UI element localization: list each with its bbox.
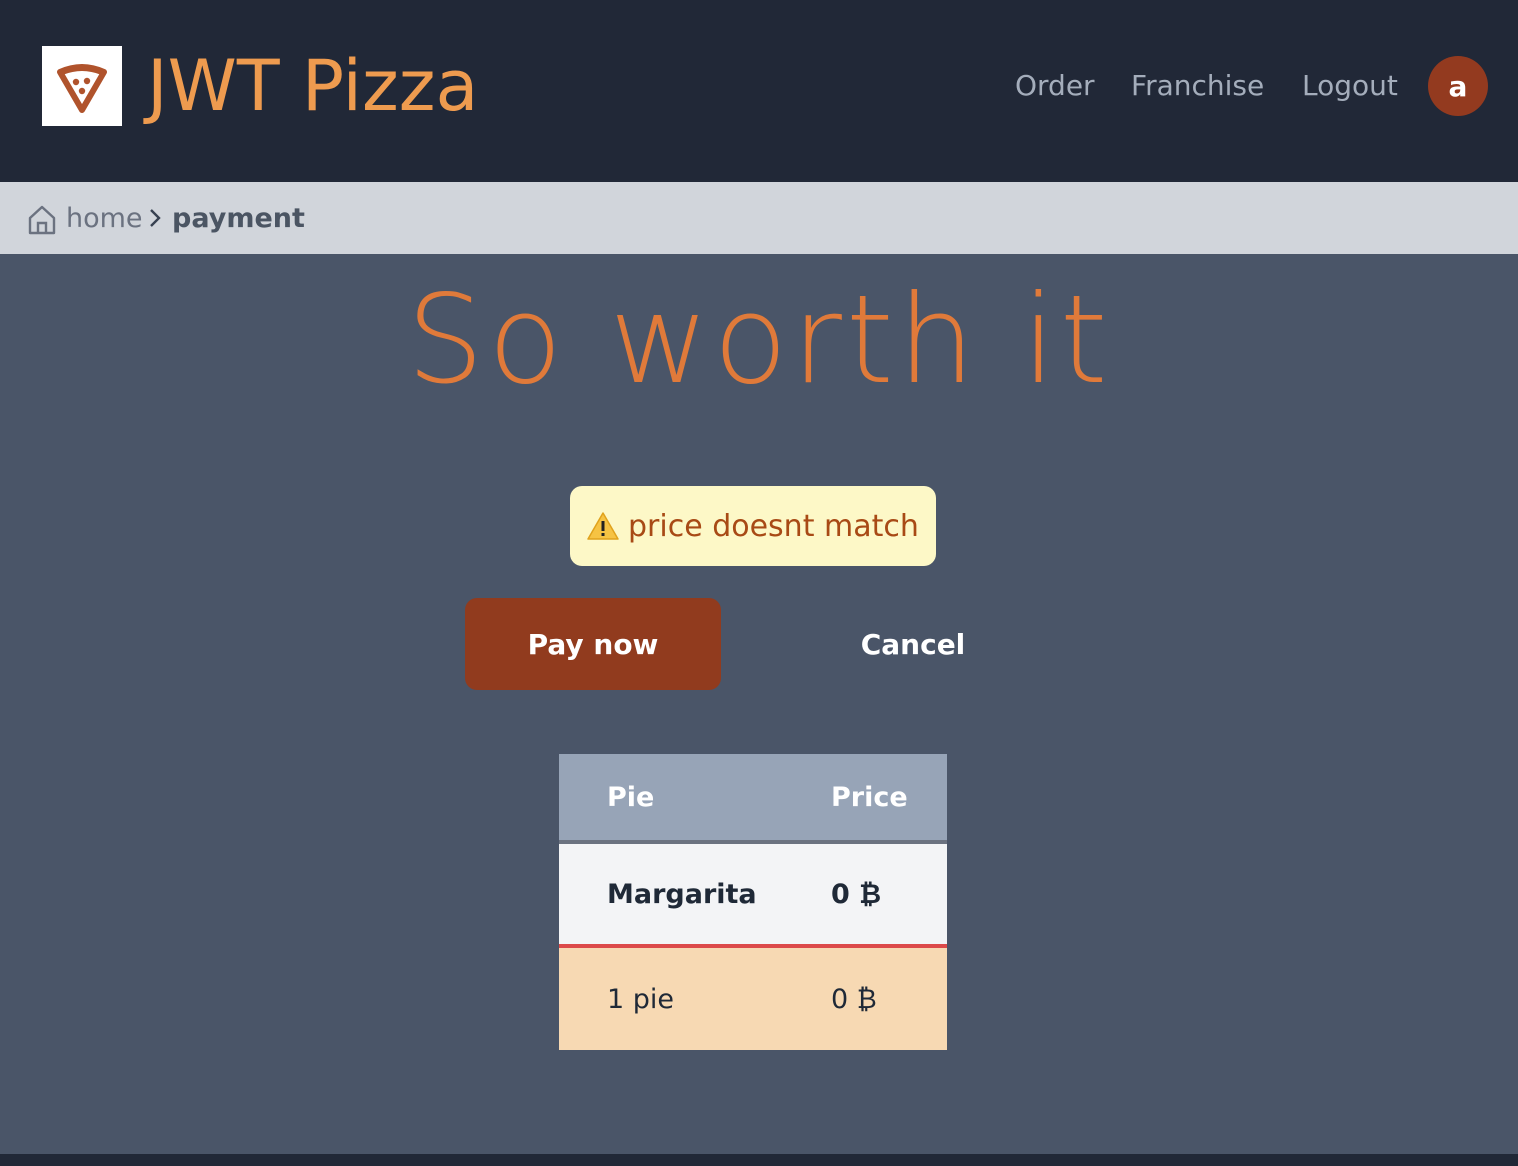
- column-header-pie: Pie: [559, 754, 783, 844]
- app-title[interactable]: JWT Pizza: [147, 40, 478, 132]
- pie-price-cell: 0 ₿: [783, 842, 947, 948]
- warning-icon: [587, 512, 619, 540]
- pizza-logo-icon[interactable]: [42, 46, 122, 126]
- pay-now-button[interactable]: Pay now: [465, 598, 721, 690]
- alert-message: price doesnt match: [628, 508, 919, 544]
- table-header-row: Pie Price: [559, 754, 947, 844]
- nav-order[interactable]: Order: [1015, 66, 1095, 106]
- top-navbar: JWT Pizza Order Franchise Logout a: [0, 0, 1518, 182]
- home-icon[interactable]: [27, 204, 57, 236]
- breadcrumb-home[interactable]: home: [66, 200, 143, 238]
- user-avatar[interactable]: a: [1428, 56, 1488, 116]
- column-header-price: Price: [783, 754, 947, 844]
- nav-logout[interactable]: Logout: [1302, 66, 1398, 106]
- chevron-right-icon: [150, 209, 161, 227]
- breadcrumb-current: payment: [172, 203, 305, 234]
- footer: [0, 1154, 1518, 1166]
- error-alert: price doesnt match: [570, 486, 936, 566]
- nav-franchise[interactable]: Franchise: [1131, 66, 1264, 106]
- order-table: Pie Price Margarita 0 ₿ 1 pie 0 ₿: [559, 754, 947, 1050]
- cancel-button[interactable]: Cancel: [805, 598, 1021, 690]
- total-count-cell: 1 pie: [559, 946, 783, 1050]
- table-total-row: 1 pie 0 ₿: [559, 946, 947, 1050]
- total-price-cell: 0 ₿: [783, 946, 947, 1050]
- page-title: So worth it: [406, 269, 1112, 411]
- pie-name-cell: Margarita: [559, 842, 783, 948]
- table-row: Margarita 0 ₿: [559, 842, 947, 948]
